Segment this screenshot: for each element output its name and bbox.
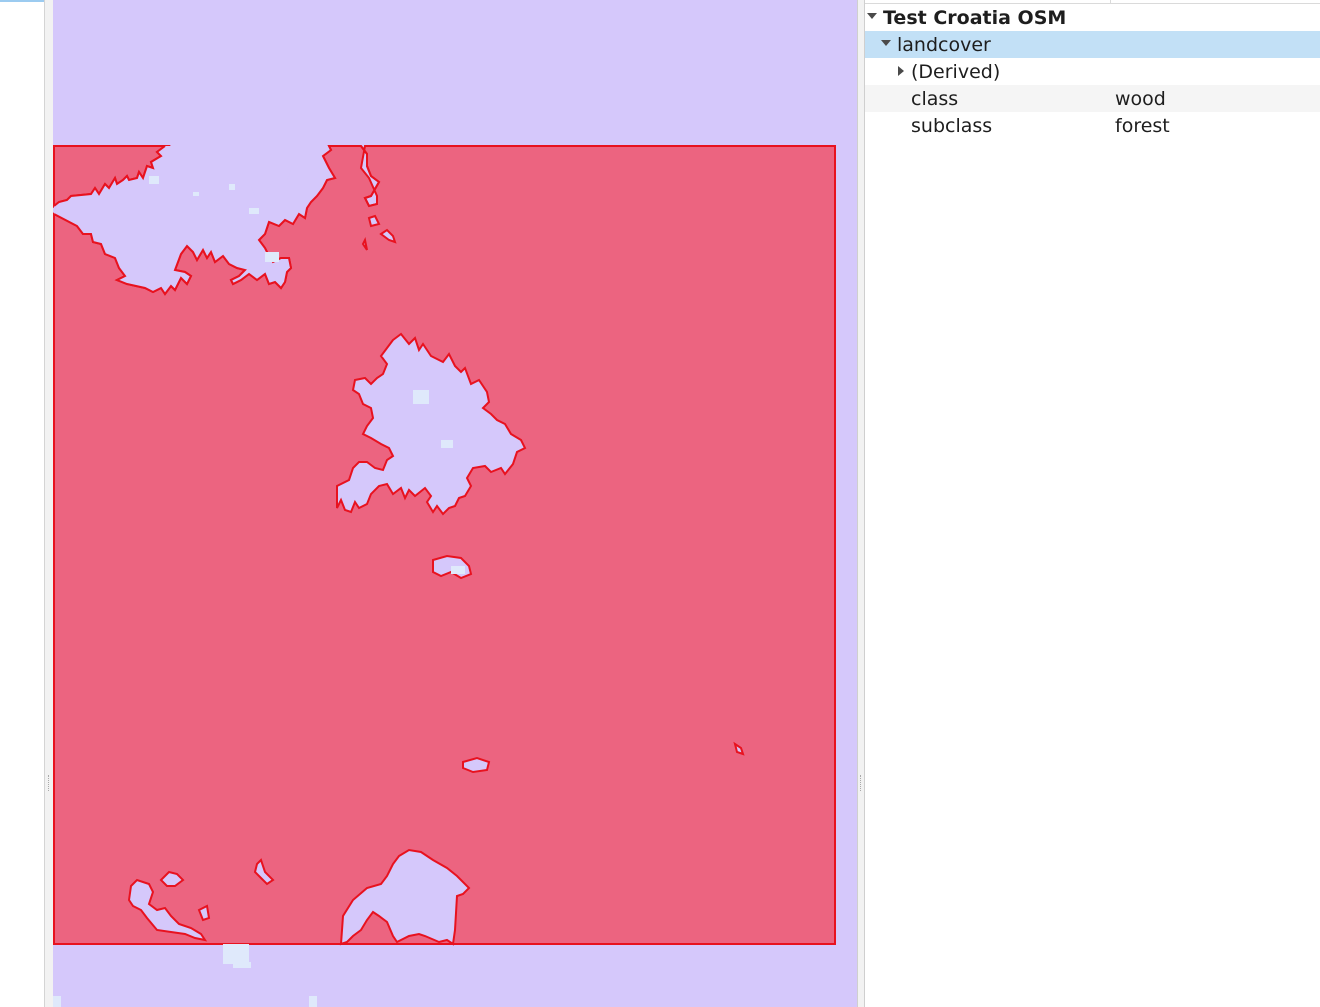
splitter-grip-icon xyxy=(48,775,49,791)
identify-results-panel: Test Croatia OSM landcover (Derived) cla… xyxy=(865,0,1320,1007)
tree-item-derived[interactable]: (Derived) xyxy=(865,58,1320,85)
right-splitter[interactable] xyxy=(857,0,865,1007)
root-label: Test Croatia OSM xyxy=(883,7,1067,29)
tree-item-root[interactable]: Test Croatia OSM xyxy=(865,4,1320,31)
map-svg xyxy=(53,145,836,1007)
layer-label: landcover xyxy=(897,34,991,56)
attribute-name: class xyxy=(911,88,959,110)
attribute-row[interactable]: subclass forest xyxy=(865,112,1320,139)
left-panel-selection-strip xyxy=(0,0,44,2)
attribute-value: wood xyxy=(1115,88,1166,110)
attribute-value: forest xyxy=(1115,115,1170,137)
splitter-grip-icon xyxy=(860,775,861,791)
map-canvas[interactable] xyxy=(53,0,857,1007)
attribute-row[interactable]: class wood xyxy=(865,85,1320,112)
derived-label: (Derived) xyxy=(911,61,1001,83)
tree-item-layer[interactable]: landcover xyxy=(865,31,1320,58)
left-splitter[interactable] xyxy=(45,0,53,1007)
expand-arrow-right-icon[interactable] xyxy=(898,66,904,76)
attribute-name: subclass xyxy=(911,115,993,137)
expand-arrow-down-icon[interactable] xyxy=(867,13,877,19)
left-panel xyxy=(0,0,45,1007)
expand-arrow-down-icon[interactable] xyxy=(881,40,891,46)
